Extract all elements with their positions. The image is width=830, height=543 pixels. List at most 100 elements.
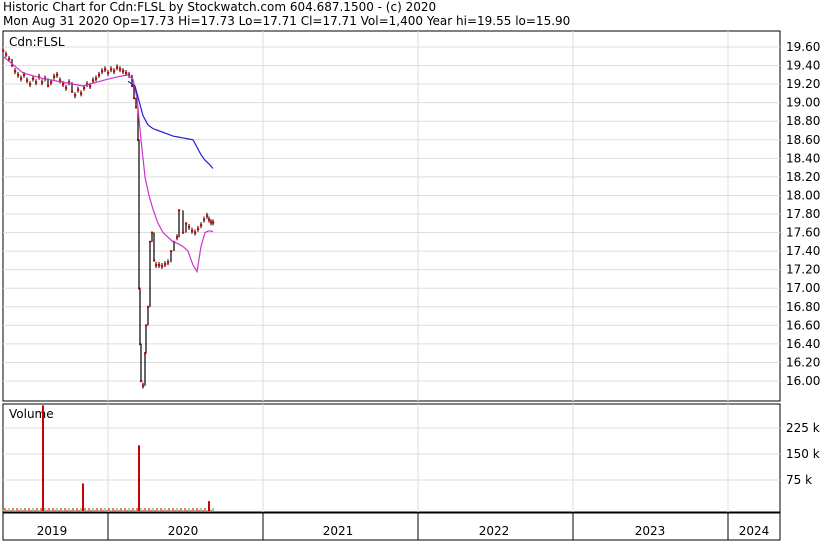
price-close-mark [210, 221, 213, 224]
price-close-mark [50, 81, 53, 84]
price-close-mark [142, 384, 145, 387]
price-close-mark [101, 70, 104, 73]
price-close-mark [153, 259, 156, 262]
price-close-mark [47, 84, 50, 88]
price-close-mark [23, 73, 26, 77]
price-close-mark [110, 68, 113, 71]
year-label: 2021 [323, 524, 354, 538]
price-tick-label: 17.80 [786, 207, 820, 221]
price-tick-label: 17.20 [786, 263, 820, 277]
price-close-mark [107, 71, 110, 75]
year-axis: 2019 2020 2021 2022 2023 2024 [37, 513, 770, 540]
price-close-mark [119, 68, 122, 71]
price-tick-label: 16.80 [786, 300, 820, 314]
price-close-mark [62, 83, 65, 86]
price-close-mark [208, 218, 211, 221]
price-close-mark [133, 97, 136, 100]
price-tick-label: 16.00 [786, 374, 820, 388]
price-close-mark [188, 225, 191, 229]
year-label: 2020 [168, 524, 199, 538]
price-tick-label: 19.60 [786, 40, 820, 54]
price-tick-label: 18.80 [786, 114, 820, 128]
price-close-mark [80, 92, 83, 95]
price-close-mark [145, 324, 148, 327]
price-close-mark [161, 264, 164, 268]
volume-tick-label: 225 k [786, 421, 820, 435]
volume-bar [138, 445, 140, 511]
volume-grid [3, 404, 780, 512]
price-close-mark [5, 53, 8, 56]
price-close-mark [131, 84, 134, 88]
price-tick-label: 19.40 [786, 59, 820, 73]
volume-bar [208, 501, 210, 511]
price-tick-label: 18.00 [786, 188, 820, 202]
price-close-mark [170, 250, 173, 253]
volume-y-axis: 225 k 150 k 75 k [786, 421, 820, 487]
price-close-mark [212, 221, 215, 224]
price-close-mark [167, 261, 170, 264]
price-tick-label: 16.60 [786, 318, 820, 332]
price-tick-label: 19.20 [786, 77, 820, 91]
price-close-mark [176, 236, 179, 239]
price-close-mark [182, 231, 185, 234]
year-label: 2023 [635, 524, 666, 538]
volume-tick-label: 150 k [786, 447, 820, 461]
price-close-mark [35, 81, 38, 84]
price-panel-frame [2, 30, 781, 402]
price-close-mark [74, 94, 77, 97]
price-close-mark [147, 305, 150, 308]
price-close-mark [125, 71, 128, 75]
price-close-mark [151, 231, 154, 234]
price-close-mark [26, 79, 29, 82]
price-tick-label: 17.60 [786, 226, 820, 240]
price-close-mark [95, 77, 98, 80]
price-close-mark [83, 86, 86, 90]
price-close-mark [140, 380, 143, 383]
price-close-mark [200, 224, 203, 227]
price-close-mark [194, 231, 197, 234]
volume-tick-label: 75 k [786, 473, 812, 487]
year-label: 2024 [739, 524, 770, 538]
volume-panel-title: Volume [9, 407, 54, 421]
price-close-mark [92, 79, 95, 82]
stock-chart: Cdn:FLSL 19.6019.4019.2019.0018.8018.601… [2, 30, 820, 541]
volume-bar [42, 405, 44, 511]
price-close-mark [32, 77, 35, 80]
price-close-mark [65, 86, 68, 90]
price-close-mark [71, 90, 74, 93]
volume-panel-frame [2, 403, 781, 513]
price-close-mark [149, 240, 152, 244]
price-close-mark [2, 49, 5, 52]
price-close-mark [53, 75, 56, 78]
price-tick-label: 18.60 [786, 133, 820, 147]
price-close-mark [56, 73, 59, 77]
price-close-mark [8, 58, 11, 61]
price-close-mark [155, 264, 158, 267]
price-tick-label: 19.00 [786, 96, 820, 110]
price-tick-label: 18.20 [786, 170, 820, 184]
price-tick-label: 18.40 [786, 151, 820, 165]
price-close-mark [164, 263, 167, 266]
price-y-axis: 19.60 19.40 19.20 19.00 18.80 18.60 18.40 18.20… [786, 40, 820, 388]
price-close-mark [178, 209, 181, 212]
price-tick-label: 16.20 [786, 355, 820, 369]
price-tick-label: 17.00 [786, 281, 820, 295]
price-close-mark [98, 73, 101, 77]
price-close-mark [158, 264, 161, 267]
price-tick-label: 16.40 [786, 337, 820, 351]
price-close-mark [29, 83, 32, 86]
price-close-mark [185, 222, 188, 225]
price-close-mark [116, 66, 119, 69]
price-close-mark [41, 81, 44, 84]
price-close-mark [203, 218, 206, 221]
price-tick-label: 17.40 [786, 244, 820, 258]
price-close-mark [104, 68, 107, 71]
ma-long-line [127, 80, 214, 169]
price-close-mark [77, 88, 80, 91]
price-close-mark [20, 77, 23, 80]
price-close-mark [197, 227, 200, 231]
price-close-mark [135, 106, 138, 109]
price-close-mark [122, 70, 125, 73]
volume-bar [82, 483, 84, 511]
price-close-mark [17, 73, 20, 77]
